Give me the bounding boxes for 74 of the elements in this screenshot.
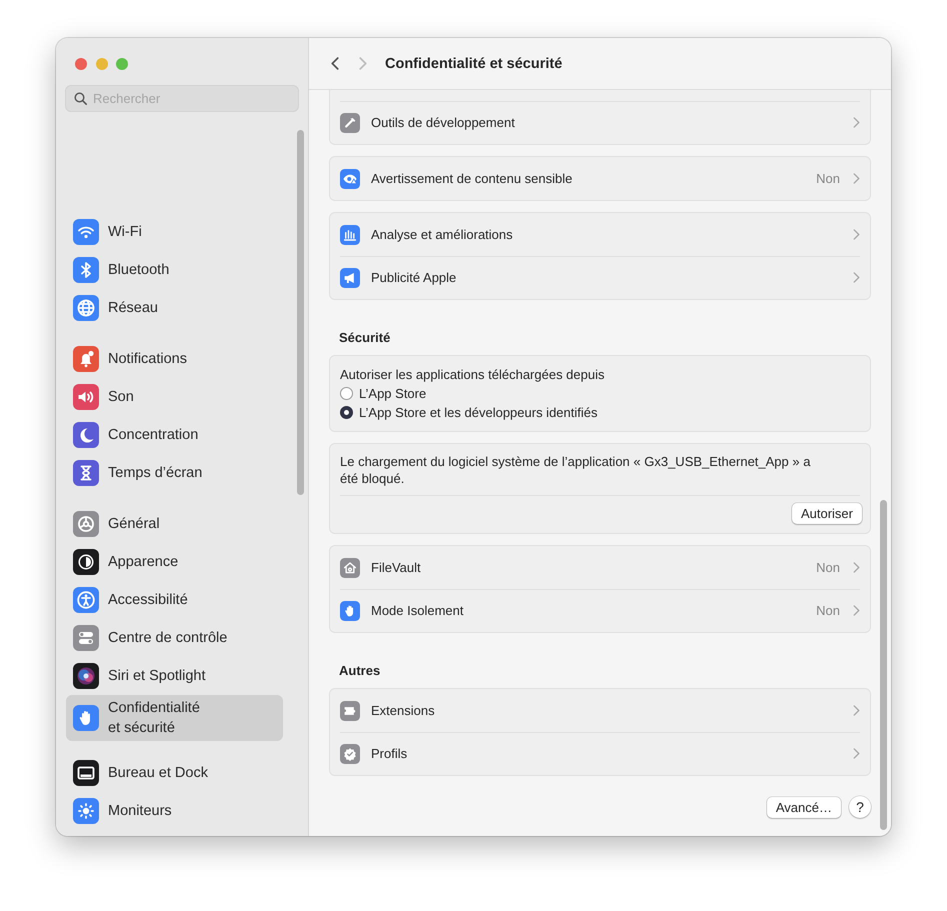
- check-badge-icon: [340, 744, 360, 764]
- radio-button[interactable]: [340, 387, 353, 400]
- settings-row[interactable]: Extensions: [330, 689, 870, 732]
- message-text: Le chargement du logiciel système de l’application « Gx3_USB_Ethernet_App » a été bloqué.: [339, 453, 812, 488]
- settings-row[interactable]: Outils de développement: [330, 101, 870, 144]
- eye-icon: [340, 168, 360, 188]
- row-value: Non: [816, 603, 840, 618]
- hand-icon: [73, 705, 99, 731]
- chevron-icon: [853, 173, 860, 184]
- advanced-button[interactable]: Avancé…: [766, 796, 841, 818]
- dock-icon: [73, 760, 99, 786]
- megaphone-icon: [340, 268, 360, 288]
- help-button[interactable]: ?: [849, 796, 871, 818]
- scrollbar[interactable]: [880, 500, 887, 830]
- sidebar-item[interactable]: Centre de contrôle: [56, 619, 308, 657]
- search-icon: [74, 92, 87, 105]
- sun-icon: [73, 798, 99, 824]
- radio-button[interactable]: [340, 406, 353, 419]
- wifi-icon: [73, 219, 99, 245]
- house-icon: [340, 558, 360, 578]
- close-button[interactable]: [75, 58, 87, 70]
- globe-icon: [73, 295, 99, 321]
- sidebar-item[interactable]: Notifications: [56, 340, 308, 378]
- allow-button[interactable]: Autoriser: [792, 503, 862, 524]
- window-title: Confidentialité et sécurité: [385, 56, 562, 72]
- chevron-icon: [853, 562, 860, 573]
- section-heading: Sécurité: [338, 330, 392, 345]
- radio-group-label: Autoriser les applications téléchargées depuis: [340, 366, 606, 384]
- moon-icon: [73, 422, 99, 448]
- sidebar-item[interactable]: Concentration: [56, 416, 308, 454]
- settings-row[interactable]: Analyse et améliorations: [330, 213, 870, 256]
- chevron-icon: [853, 748, 860, 759]
- speaker-icon: [73, 384, 99, 410]
- zoom-button[interactable]: [116, 58, 128, 70]
- orb-icon: [73, 663, 99, 689]
- chevron-icon: [853, 705, 860, 716]
- sidebar-item[interactable]: Temps d’écran: [56, 454, 308, 492]
- settings-row[interactable]: Publicité Apple: [330, 256, 870, 299]
- back-icon[interactable]: [331, 57, 339, 70]
- chevron-icon: [853, 605, 860, 616]
- sidebar-item[interactable]: Moniteurs: [56, 792, 308, 830]
- settings-row[interactable]: Avertissement de contenu sensible Non: [330, 157, 870, 200]
- row-value: Non: [816, 171, 840, 186]
- minimize-button[interactable]: [96, 58, 108, 70]
- settings-row[interactable]: FileVault Non: [330, 546, 870, 589]
- row-value: Non: [816, 560, 840, 575]
- accessibility-icon: [73, 587, 99, 613]
- settings-row[interactable]: Mode Isolement Non: [330, 589, 870, 632]
- chevron-icon: [853, 272, 860, 283]
- sidebar-item[interactable]: Apparence: [56, 543, 308, 581]
- bar-chart-icon: [340, 224, 360, 244]
- radio-label: L’App Store et les développeurs identifiés: [359, 405, 598, 420]
- hand-icon: [340, 600, 360, 620]
- section-heading: Autres: [338, 663, 382, 678]
- chevron-icon: [853, 117, 860, 128]
- chevron-icon: [853, 229, 860, 240]
- settings-row[interactable]: Profils: [330, 732, 870, 775]
- sidebar-item[interactable]: Siri et Spotlight: [56, 657, 308, 695]
- toggles-icon: [73, 625, 99, 651]
- puzzle-icon: [340, 700, 360, 720]
- bell-icon: [73, 346, 99, 372]
- sidebar-item[interactable]: Accessibilité: [56, 581, 308, 619]
- hourglass-icon: [73, 460, 99, 486]
- sidebar-item[interactable]: Confidentialité et sécurité: [66, 695, 283, 741]
- bluetooth-icon: [73, 257, 99, 283]
- sidebar-item[interactable]: Réseau: [56, 289, 308, 327]
- scrollbar[interactable]: [297, 130, 304, 495]
- sidebar-item[interactable]: Bureau et Dock: [56, 754, 308, 792]
- sidebar-item[interactable]: Wi-Fi: [56, 213, 308, 251]
- sidebar-item[interactable]: Bluetooth: [56, 251, 308, 289]
- radio-label: L’App Store: [359, 386, 426, 401]
- hammer-icon: [340, 112, 360, 132]
- sidebar-item[interactable]: Général: [56, 505, 308, 543]
- sidebar-item[interactable]: Son: [56, 378, 308, 416]
